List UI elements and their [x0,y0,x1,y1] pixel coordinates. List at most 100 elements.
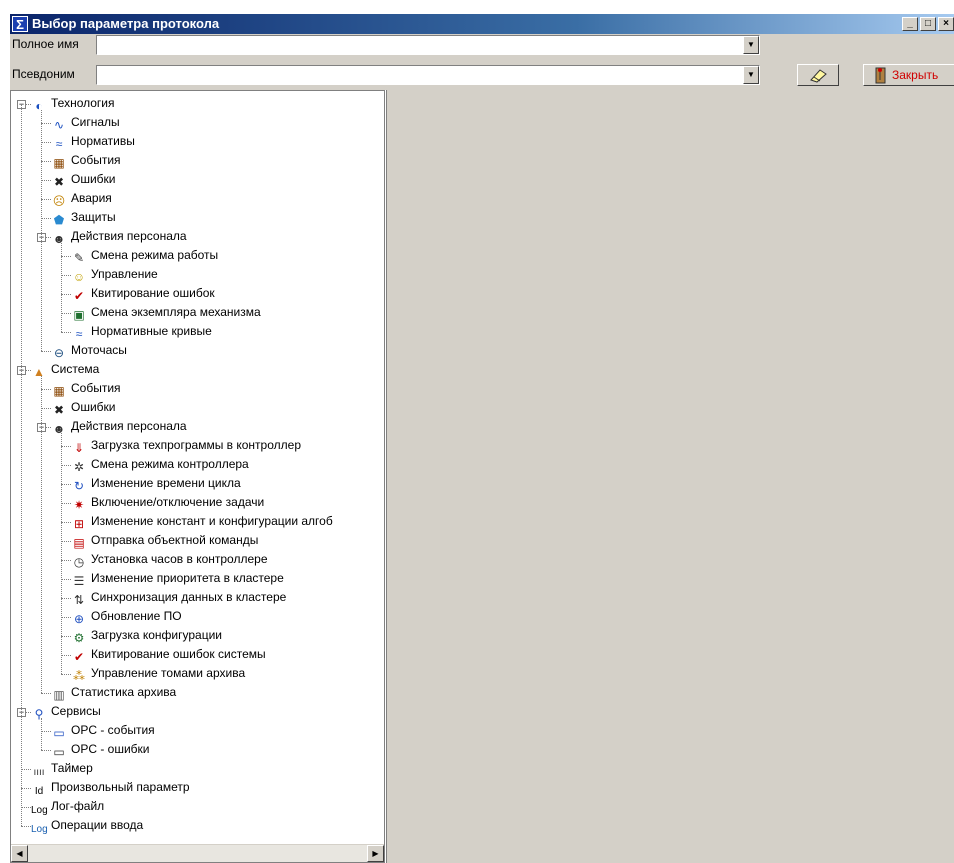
errors-icon: ✖ [53,403,65,417]
tree-item[interactable]: ≈ Нормативы [51,132,135,151]
tree-item[interactable]: ▦ События [51,151,120,170]
tree-connector [61,503,71,504]
tree-item-label: Сигналы [71,115,120,129]
title-bar: Σ Выбор параметра протокола _ □ × [10,14,954,34]
constants-icon: ⊞ [73,517,85,531]
tree-item-label: Таймер [51,761,93,775]
tree-connector [21,807,31,808]
tree-item[interactable]: ✖ Ошибки [51,398,116,417]
scroll-left-icon[interactable]: ◀ [11,845,28,862]
input-operations-icon: Log [31,824,48,835]
tree-item-label: Квитирование ошибок [91,286,215,300]
clear-button[interactable] [797,64,839,86]
tree-item[interactable]: ◷ Установка часов в контроллере [71,550,268,569]
tree-item-label: Изменение констант и конфигурации алгоб [91,514,333,528]
tree-item-label: Смена режима контроллера [91,457,249,471]
alias-combo[interactable]: ▼ [96,65,760,85]
normative-curve-icon: ≈ [75,327,83,341]
tree-item[interactable]: ☰ Изменение приоритета в кластере [71,569,284,588]
tree-item[interactable]: ⇅ Синхронизация данных в кластере [71,588,286,607]
config-load-icon: ⚙ [73,631,85,645]
tree-item[interactable]: ▤ Отправка объектной команды [71,531,258,550]
tree-item[interactable]: ⊕ Обновление ПО [71,607,182,626]
tree-item-label: Ошибки [71,400,116,414]
tree-item-label: Технология [51,96,115,110]
tree-item-label: Нормативы [71,134,135,148]
personnel-icon: ☻ [52,232,66,246]
tree-item[interactable]: ∿ Сигналы [51,113,120,132]
cluster-sync-icon: ⇅ [73,593,85,607]
tree-item[interactable]: ✲ Смена режима контроллера [71,455,249,474]
parameter-tree[interactable]: − − − − − ◐ Технология ∿ Сигналы ≈ Нормативы ▦ Собы… [10,90,385,863]
close-button[interactable]: Закрыть [863,64,954,86]
tree-item[interactable]: Log Лог-файл [31,797,104,816]
tree-connector [61,275,71,276]
full-name-combo[interactable]: ▼ [96,35,760,55]
tree-item[interactable]: ⁂ Управление томами архива [71,664,245,683]
tree-item[interactable]: ✷ Включение/отключение задачи [71,493,264,512]
tree-item-label: Включение/отключение задачи [91,495,265,509]
tree-connector [41,142,51,143]
tree-item[interactable]: ⊖ Моточасы [51,341,127,360]
maximize-button[interactable]: □ [920,17,936,31]
events-icon: ▦ [53,384,65,398]
tree-item[interactable]: ıııı Таймер [31,759,93,778]
tree-item[interactable]: ✔ Квитирование ошибок системы [71,645,266,664]
full-name-label: Полное имя [12,37,79,51]
errors-icon: ✖ [53,175,65,189]
tree-item[interactable]: ✔ Квитирование ошибок [71,284,215,303]
tree-connector [61,332,71,333]
tree-item[interactable]: ≈ Нормативные кривые [71,322,212,341]
chevron-down-icon[interactable]: ▼ [743,66,759,84]
minimize-button[interactable]: _ [902,17,918,31]
window-title: Выбор параметра протокола [32,16,220,31]
tree-item-label: OPC - события [71,723,155,737]
tree-item[interactable]: ◐ Технология [31,94,115,113]
program-load-icon: ⇓ [73,441,85,455]
tree-connector [41,389,51,390]
tree-item-label: Загрузка конфигурации [91,628,222,642]
tree-item[interactable]: ⇓ Загрузка техпрограммы в контроллер [71,436,301,455]
tree-item[interactable]: ▥ Статистика архива [51,683,176,702]
tree-item[interactable]: ▭ OPC - ошибки [51,740,149,759]
tree-item[interactable]: ☻ Действия персонала [51,227,187,246]
horizontal-scrollbar[interactable]: ◀ ▶ [11,844,384,862]
scroll-right-icon[interactable]: ▶ [367,845,384,862]
tree-connector [61,313,71,314]
tree-item[interactable]: ▦ События [51,379,120,398]
close-window-button[interactable]: × [938,17,954,31]
tree-item[interactable]: ▭ OPC - события [51,721,155,740]
tree-item[interactable]: ☹ Авария [51,189,112,208]
signal-wave-icon: ∿ [53,118,65,132]
tree-item[interactable]: ✖ Ошибки [51,170,116,189]
tree-item[interactable]: ⚙ Загрузка конфигурации [71,626,222,645]
tree-connector [21,788,31,789]
tree-connector [41,693,51,694]
tree-item-label: Отправка объектной команды [91,533,259,547]
tree-item[interactable]: ↻ Изменение времени цикла [71,474,241,493]
motor-hours-icon: ⊖ [53,346,65,360]
tree-item[interactable]: ⬟ Защиты [51,208,116,227]
tree-connector [41,408,51,409]
eraser-icon [810,69,827,83]
tree-item[interactable]: ☺ Управление [71,265,158,284]
services-icon: ⚲ [34,707,44,721]
tree-item-label: Ошибки [71,172,116,186]
tree-connector [61,522,71,523]
clock-icon: ◷ [73,555,85,569]
form-area: Полное имя ▼ Псевдоним ▼ Закрыть [10,34,954,90]
tree-item-label: Защиты [71,210,116,224]
tree-connector [61,256,71,257]
tree-connector [61,243,62,332]
tree-item-label: Моточасы [71,343,127,357]
tree-item[interactable]: ☻ Действия персонала [51,417,187,436]
tree-item[interactable]: ⚲ Сервисы [31,702,101,721]
tree-item-label: Действия персонала [71,419,187,433]
tree-item[interactable]: ✎ Смена режима работы [71,246,218,265]
tree-item[interactable]: Id Произвольный параметр [31,778,190,797]
tree-item[interactable]: ▣ Смена экземпляра механизма [71,303,260,322]
chevron-down-icon[interactable]: ▼ [743,36,759,54]
tree-item[interactable]: Log Операции ввода [31,816,143,835]
tree-item[interactable]: ⊞ Изменение констант и конфигурации алгоб [71,512,333,531]
tree-item[interactable]: ▲ Система [31,360,99,379]
